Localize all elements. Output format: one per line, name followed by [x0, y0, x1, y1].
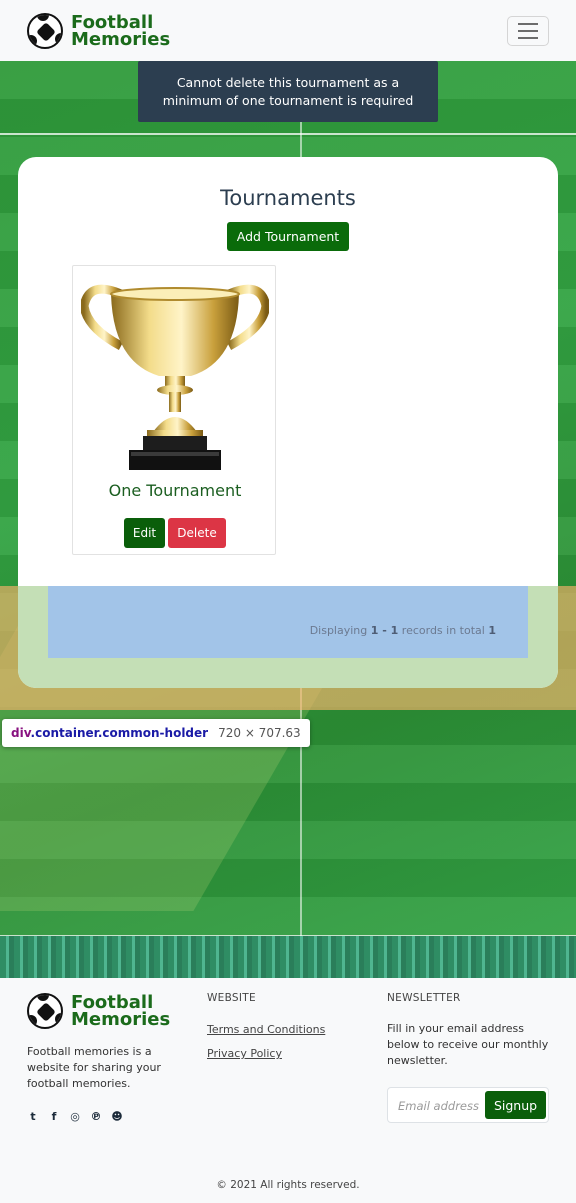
terms-link[interactable]: Terms and Conditions [207, 1023, 325, 1036]
newsletter-heading: NEWSLETTER [387, 992, 461, 1004]
trophy-icon [81, 284, 269, 470]
records-range: 1 - 1 [370, 624, 399, 637]
brand-logo[interactable]: Football Memories [27, 11, 171, 50]
tournament-name: One Tournament [108, 481, 242, 500]
footer: Football Memories Football memories is a… [0, 978, 576, 1203]
brand-line-2: Memories [71, 28, 171, 50]
devtools-content-highlight [48, 586, 528, 658]
edit-tournament-button[interactable]: Edit [124, 518, 165, 548]
football-icon [27, 12, 63, 49]
website-heading: WEBSITE [207, 992, 256, 1004]
twitter-icon[interactable]: t [27, 1111, 39, 1123]
navbar: Football Memories [0, 0, 576, 61]
records-summary: Displaying 1 - 1 records in total 1 [48, 624, 496, 637]
hamburger-icon-bar [518, 29, 538, 32]
instagram-icon[interactable]: ◎ [69, 1111, 81, 1123]
footer-brand-line-2: Memories [71, 1009, 171, 1030]
facebook-icon[interactable]: f [48, 1111, 60, 1123]
element-dimensions: 720 × 707.63 [218, 726, 301, 740]
page-title: Tournaments [220, 186, 356, 210]
newsletter-text: Fill in your email address below to rece… [387, 1022, 549, 1067]
hamburger-icon-bar [518, 36, 538, 39]
field-line [0, 133, 576, 135]
records-total: 1 [488, 624, 496, 637]
add-tournament-button[interactable]: Add Tournament [227, 222, 349, 251]
football-icon [27, 993, 63, 1029]
privacy-link[interactable]: Privacy Policy [207, 1047, 282, 1060]
footer-description: Football memories is a website for shari… [27, 1045, 161, 1090]
brand-name: Football Memories [71, 11, 171, 50]
email-input[interactable] [398, 1096, 486, 1116]
tournament-card: One Tournament Edit Delete [72, 265, 276, 555]
element-tag: div [11, 726, 31, 740]
stadium-stand [0, 936, 576, 978]
menu-toggle-button[interactable] [507, 15, 549, 46]
brand-line-1: Football [71, 11, 154, 33]
social-links: t f ◎ ℗ ☻ [27, 1111, 123, 1123]
delete-tournament-button[interactable]: Delete [168, 518, 226, 548]
error-toast: Cannot delete this tournament as a minim… [138, 61, 438, 122]
devtools-inspect-tooltip: div.container.common-holder 720 × 707.63 [2, 719, 310, 747]
signup-button[interactable]: Signup [485, 1091, 546, 1119]
footer-brand-logo[interactable]: Football Memories [27, 993, 170, 1029]
records-prefix: Displaying [309, 624, 368, 637]
element-classes: .container.common-holder [30, 726, 209, 740]
element-selector: div.container.common-holder [11, 726, 208, 740]
pinterest-icon[interactable]: ℗ [90, 1111, 102, 1123]
newsletter-form: Signup [387, 1087, 549, 1123]
copyright: © 2021 All rights reserved. [216, 1179, 360, 1191]
snapchat-icon[interactable]: ☻ [111, 1111, 123, 1123]
records-middle: records in total [401, 624, 485, 637]
footer-brand-name: Football Memories [71, 994, 171, 1030]
hamburger-icon-bar [518, 22, 538, 25]
